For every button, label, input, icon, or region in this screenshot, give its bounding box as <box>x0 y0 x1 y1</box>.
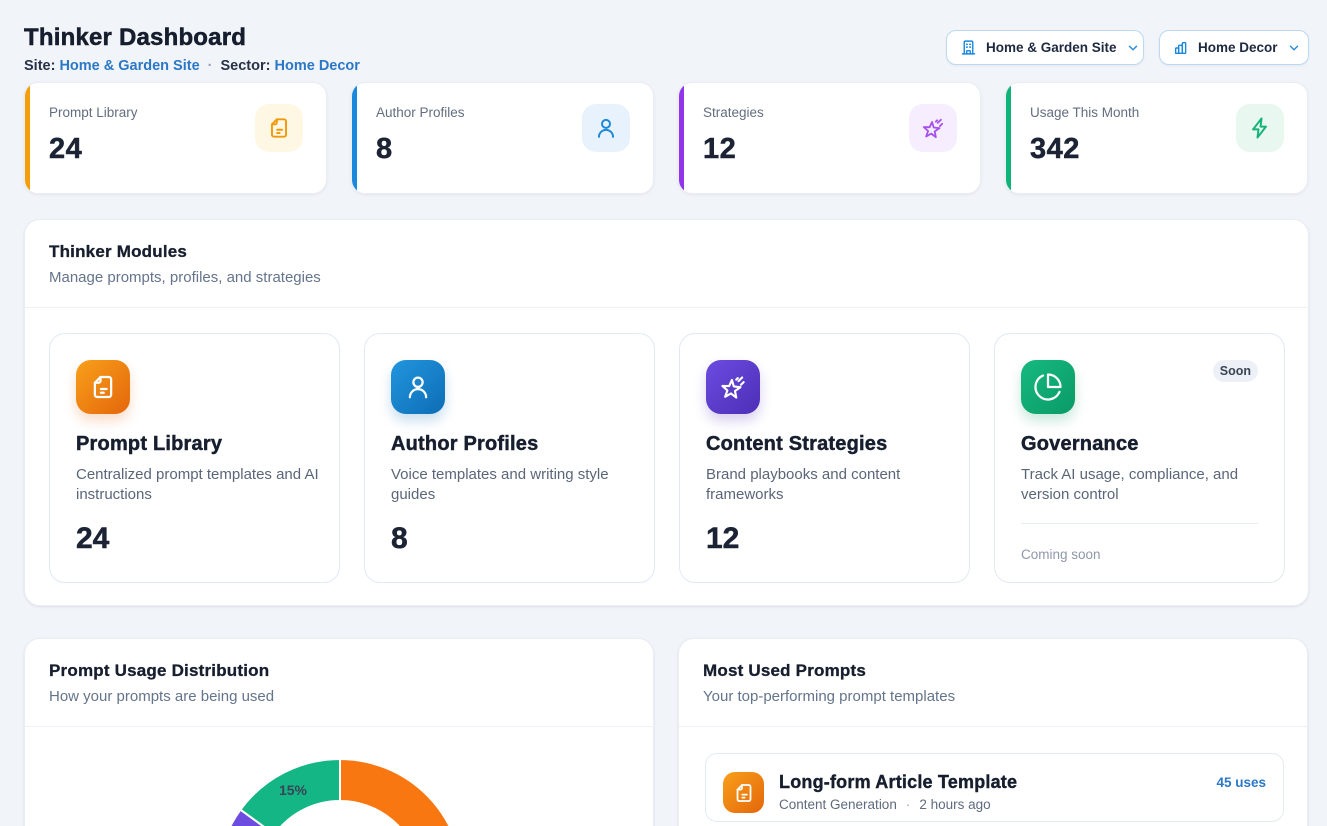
svg-text:15%: 15% <box>279 782 308 798</box>
